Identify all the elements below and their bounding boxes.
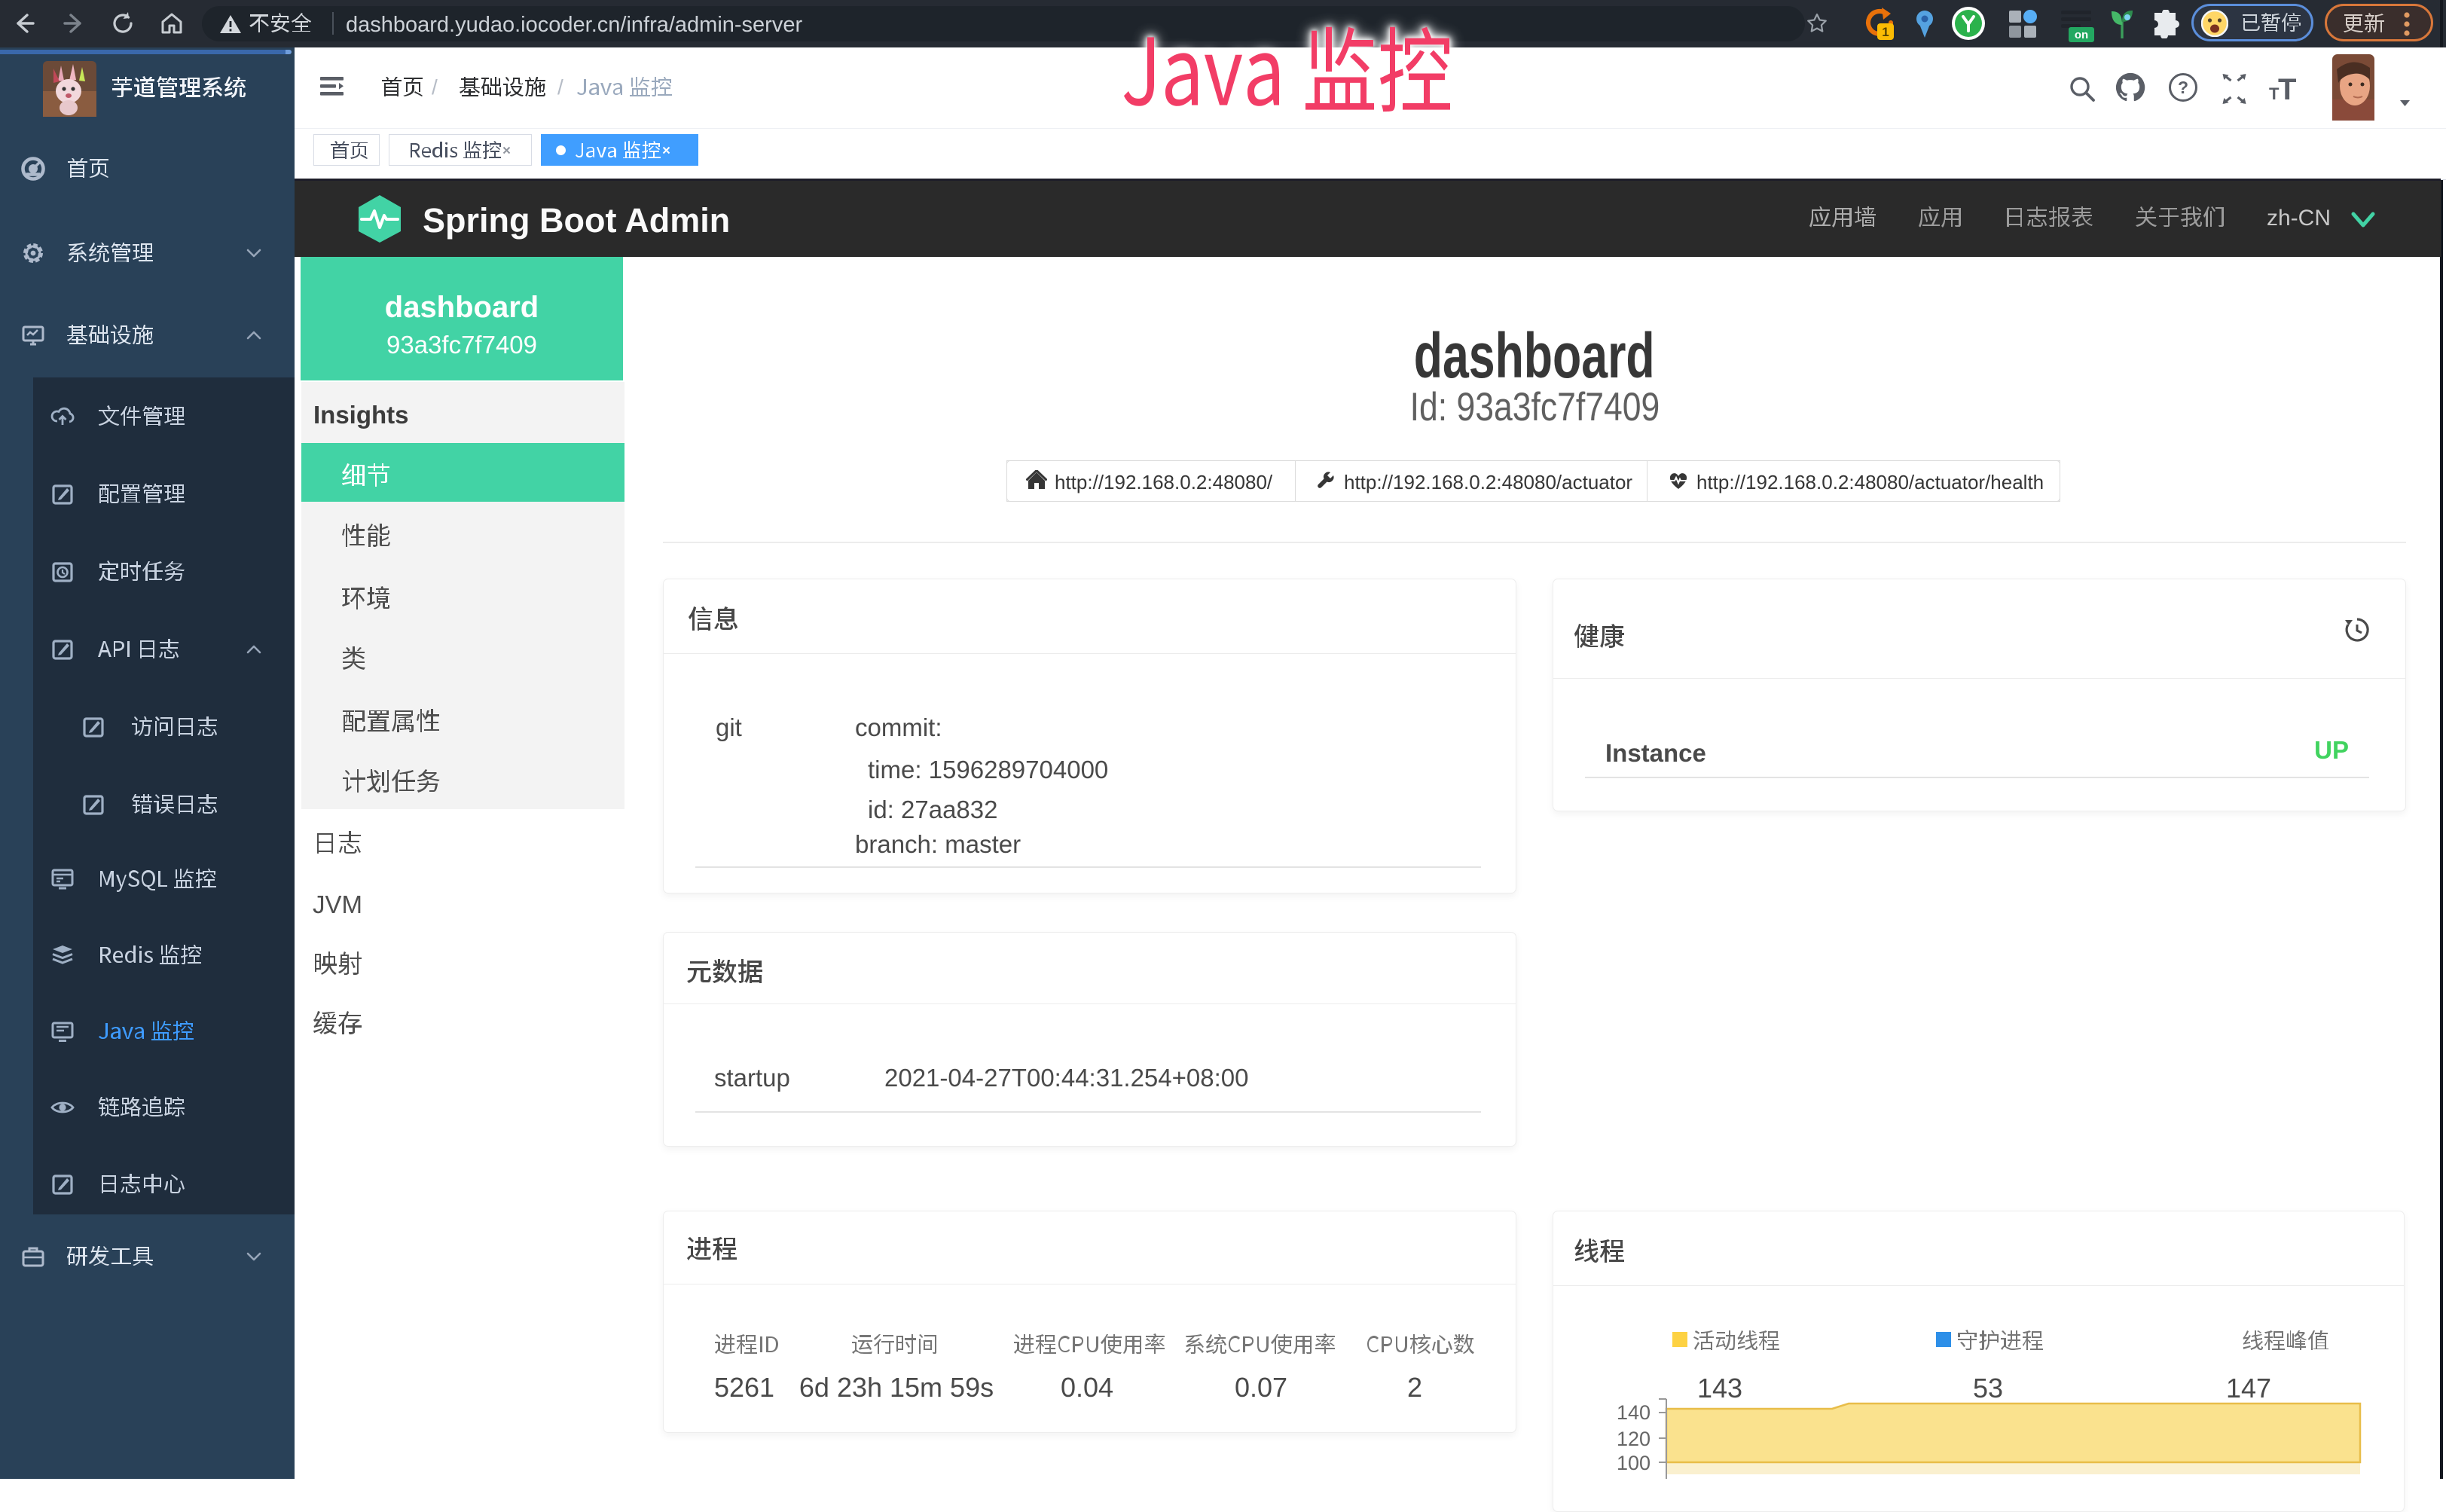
svg-text:T: T (2278, 73, 2296, 104)
svg-text:1: 1 (1882, 25, 1889, 39)
svg-text:on: on (2075, 29, 2088, 41)
svg-text:T: T (2269, 84, 2280, 103)
svg-text:?: ? (2178, 78, 2188, 97)
